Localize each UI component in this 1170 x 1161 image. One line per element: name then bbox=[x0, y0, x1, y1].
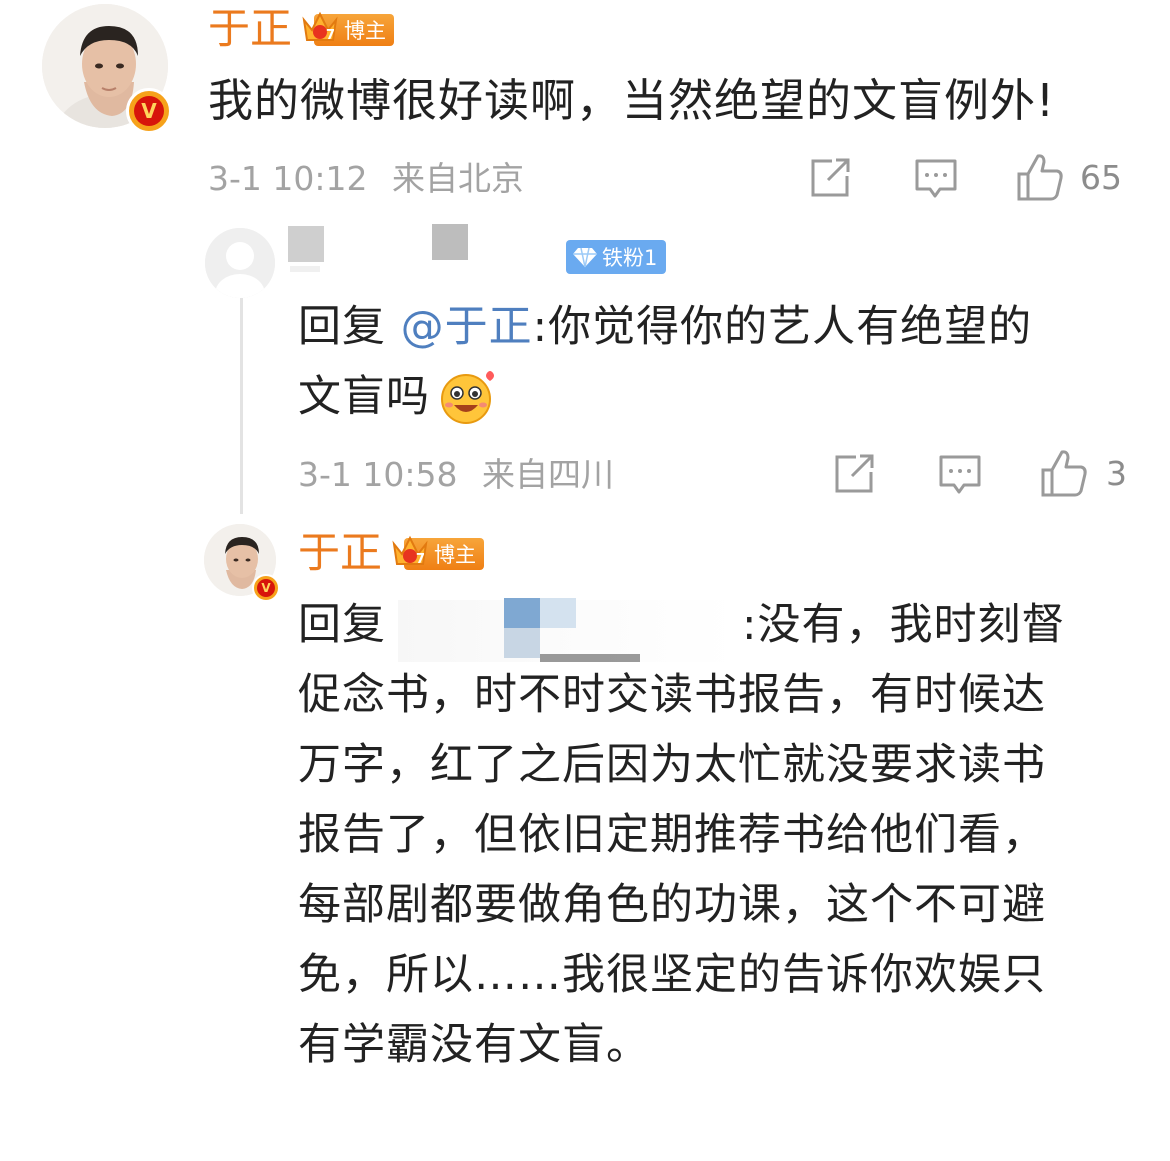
reply-meta: 3-1 10:58 来自四川 bbox=[298, 458, 614, 491]
reply-like-button[interactable]: 3 bbox=[1040, 448, 1127, 498]
reply-text-line2: 文盲吗 bbox=[298, 372, 430, 422]
sub-reply-line: 免，所以……我很坚定的告诉你欢娱只 bbox=[298, 950, 1046, 1000]
thumbs-up-icon bbox=[1017, 154, 1063, 201]
sub-crown-level: 7 bbox=[416, 552, 426, 567]
share-icon bbox=[811, 158, 850, 197]
reply-share-button[interactable] bbox=[832, 452, 878, 500]
comment-icon bbox=[939, 455, 981, 494]
like-button[interactable]: 65 bbox=[1016, 152, 1122, 202]
reply-source: 来自四川 bbox=[482, 455, 614, 494]
author-name[interactable]: 于正 bbox=[208, 8, 292, 50]
thumbs-up-icon bbox=[1041, 450, 1087, 497]
fan-badge: 铁粉1 bbox=[566, 240, 667, 274]
share-icon bbox=[835, 454, 874, 493]
sub-reply-line-first: 回复 :没有，我时刻督 bbox=[298, 590, 1158, 660]
blurred-username-dot bbox=[290, 266, 320, 272]
blurred-username-part bbox=[432, 224, 468, 260]
verified-mark: V bbox=[134, 96, 164, 126]
crown-level: 7 bbox=[326, 28, 336, 43]
post-text: 我的微博很好读啊，当然绝望的文盲例外! bbox=[208, 74, 1056, 127]
sub-verified-badge: V bbox=[252, 574, 280, 602]
blurred-username bbox=[288, 226, 324, 262]
diamond-icon bbox=[573, 247, 597, 268]
sub-reply-line1-tail: :没有，我时刻督 bbox=[742, 600, 1066, 650]
reply-prefix: 回复 bbox=[298, 302, 386, 352]
sub-reply-prefix: 回复 bbox=[298, 600, 386, 650]
replier-avatar[interactable] bbox=[205, 228, 275, 298]
fan-badge-label: 铁粉1 bbox=[602, 246, 658, 270]
reply-like-count: 3 bbox=[1106, 453, 1127, 493]
sub-reply-line: 有学霸没有文盲。 bbox=[298, 1020, 650, 1070]
sub-blogger-badge: 7 博主 bbox=[390, 535, 484, 570]
reply-comment-button[interactable] bbox=[938, 454, 982, 502]
share-button[interactable] bbox=[808, 156, 854, 204]
sub-verified-mark: V bbox=[257, 579, 275, 597]
sub-reply-line: 报告了，但依旧定期推荐书给他们看， bbox=[298, 810, 1046, 860]
smiling-face-emoji bbox=[441, 371, 494, 424]
post-source: 来自北京 bbox=[392, 159, 524, 198]
reply-text: 回复 @于正:你觉得你的艺人有绝望的 文盲吗 bbox=[298, 292, 1138, 432]
reply-line-2: 文盲吗 bbox=[298, 362, 1138, 432]
sub-reply-line: 每部剧都要做角色的功课，这个不可避 bbox=[298, 880, 1046, 930]
reply-time: 3-1 10:58 bbox=[298, 455, 458, 494]
post-time: 3-1 10:12 bbox=[208, 159, 368, 198]
like-count: 65 bbox=[1080, 157, 1122, 197]
verified-badge: V bbox=[126, 88, 172, 134]
mention-link[interactable]: @于正 bbox=[401, 302, 533, 352]
sub-author-name[interactable]: 于正 bbox=[298, 532, 382, 574]
sub-reply-line: 促念书，时不时交读书报告，有时候达 bbox=[298, 670, 1046, 720]
comment-icon bbox=[915, 159, 957, 198]
sub-reply-text: 回复 :没有，我时刻督 促念书，时不时交读书报告，有时候达 万字，红了之后因为太… bbox=[298, 590, 1158, 1080]
comment-button[interactable] bbox=[914, 158, 958, 206]
reply-line-1: 回复 @于正:你觉得你的艺人有绝望的 bbox=[298, 292, 1138, 362]
thread-line bbox=[240, 290, 243, 514]
reply-text-line1: :你觉得你的艺人有绝望的 bbox=[532, 302, 1033, 352]
blogger-badge: 7 博主 bbox=[300, 11, 394, 46]
sub-reply-line: 万字，红了之后因为太忙就没要求读书 bbox=[298, 740, 1046, 790]
post-meta: 3-1 10:12 来自北京 bbox=[208, 162, 524, 195]
